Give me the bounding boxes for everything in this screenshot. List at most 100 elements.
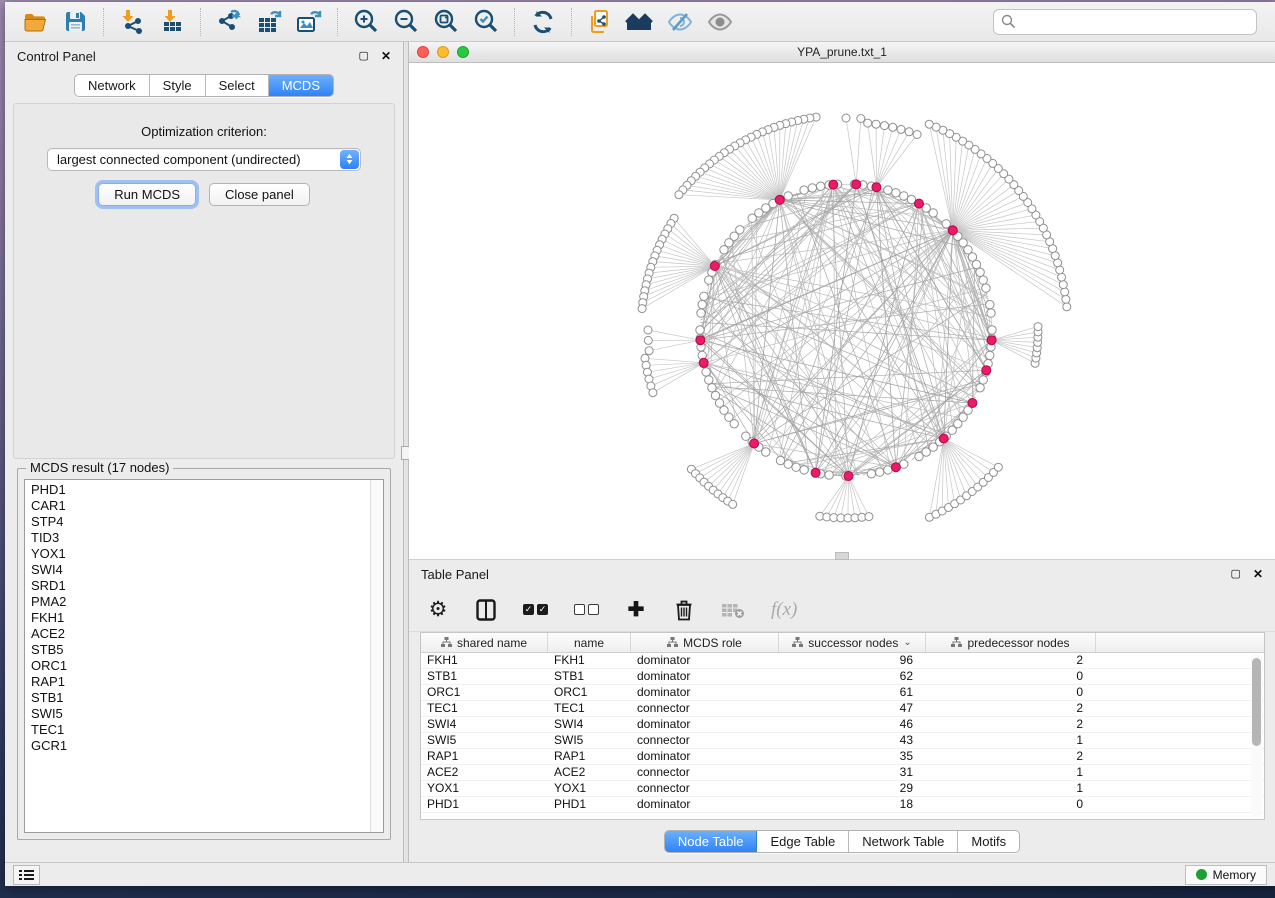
delete-column-icon[interactable] xyxy=(673,597,695,623)
toolbar-separator xyxy=(514,8,515,36)
mcds-result-item[interactable]: STB1 xyxy=(31,690,383,706)
node-table: shared namenameMCDS rolesuccessor nodes⌄… xyxy=(420,632,1265,820)
table-cell: 43 xyxy=(779,733,926,748)
tab-style[interactable]: Style xyxy=(150,75,206,96)
list-scrollbar[interactable] xyxy=(370,480,383,832)
tab-select[interactable]: Select xyxy=(206,75,269,96)
mcds-result-item[interactable]: YOX1 xyxy=(31,546,383,562)
column-header-name[interactable]: name xyxy=(548,633,631,652)
mcds-result-item[interactable]: RAP1 xyxy=(31,674,383,690)
table-row[interactable]: PHD1PHD1dominator180 xyxy=(421,797,1264,813)
mcds-result-list[interactable]: PHD1CAR1STP4TID3YOX1SWI4SRD1PMA2FKH1ACE2… xyxy=(24,479,384,833)
memory-button[interactable]: Memory xyxy=(1185,865,1267,885)
toolbar-separator xyxy=(200,8,201,36)
column-header-successor-nodes[interactable]: successor nodes⌄ xyxy=(779,633,926,652)
close-panel-button[interactable]: Close panel xyxy=(209,183,310,206)
add-column-icon[interactable]: ✚ xyxy=(625,597,647,623)
export-table-icon[interactable] xyxy=(249,6,289,38)
network-graph[interactable] xyxy=(409,63,1275,559)
tab-network[interactable]: Network xyxy=(75,75,150,96)
hide-selected-icon[interactable] xyxy=(660,6,700,38)
zoom-out-icon[interactable] xyxy=(386,6,426,38)
import-network-icon[interactable] xyxy=(112,6,152,38)
table-panel: Table Panel ▢ ✕ ⚙ ✓✓ ✚ xyxy=(409,560,1275,862)
table-cell: TEC1 xyxy=(548,701,631,716)
mcds-result-item[interactable]: ORC1 xyxy=(31,658,383,674)
import-table-icon[interactable] xyxy=(152,6,192,38)
control-panel-tabs: NetworkStyleSelectMCDS xyxy=(74,74,334,97)
mcds-result-item[interactable]: SWI4 xyxy=(31,562,383,578)
table-row[interactable]: RAP1RAP1dominator352 xyxy=(421,749,1264,765)
memory-label: Memory xyxy=(1213,868,1256,882)
mcds-result-item[interactable]: FKH1 xyxy=(31,610,383,626)
status-bar: Memory xyxy=(5,862,1275,886)
zoom-in-icon[interactable] xyxy=(346,6,386,38)
mcds-result-item[interactable]: PHD1 xyxy=(31,482,383,498)
first-neighbors-icon[interactable] xyxy=(620,6,660,38)
mcds-result-item[interactable]: GCR1 xyxy=(31,738,383,754)
table-row[interactable]: FKH1FKH1dominator962 xyxy=(421,653,1264,669)
column-header-filler xyxy=(1096,633,1264,652)
show-all-icon[interactable] xyxy=(700,6,740,38)
table-cell: 18 xyxy=(779,797,926,812)
close-panel-icon[interactable]: ✕ xyxy=(1253,568,1263,580)
column-header-shared-name[interactable]: shared name xyxy=(421,633,548,652)
mcds-result-item[interactable]: ACE2 xyxy=(31,626,383,642)
table-cell: PHD1 xyxy=(421,797,548,812)
deselect-all-rows-icon[interactable] xyxy=(574,597,599,623)
horizontal-splitter-grip[interactable] xyxy=(835,552,849,560)
table-row[interactable]: SWI5SWI5connector431 xyxy=(421,733,1264,749)
search-icon xyxy=(1001,14,1016,29)
float-panel-icon[interactable]: ▢ xyxy=(1231,569,1241,580)
mcds-result-item[interactable]: CAR1 xyxy=(31,498,383,514)
export-image-icon[interactable] xyxy=(289,6,329,38)
table-row[interactable]: STB1STB1dominator620 xyxy=(421,669,1264,685)
table-row[interactable]: ORC1ORC1dominator610 xyxy=(421,685,1264,701)
tab-edge-table[interactable]: Edge Table xyxy=(757,831,849,852)
main-toolbar xyxy=(5,2,1275,42)
float-panel-icon[interactable]: ▢ xyxy=(359,51,369,62)
table-row[interactable]: SWI4SWI4dominator462 xyxy=(421,717,1264,733)
table-scrollbar[interactable] xyxy=(1251,654,1262,817)
mcds-result-item[interactable]: SWI5 xyxy=(31,706,383,722)
table-cell: 0 xyxy=(926,685,1096,700)
table-settings-icon[interactable]: ⚙ xyxy=(427,597,449,623)
show-columns-icon[interactable] xyxy=(475,597,497,623)
close-panel-icon[interactable]: ✕ xyxy=(381,50,391,62)
task-history-button[interactable] xyxy=(13,865,40,885)
table-cell: 61 xyxy=(779,685,926,700)
control-panel: Control Panel ▢ ✕ NetworkStyleSelectMCDS… xyxy=(5,42,403,862)
zoom-selected-icon[interactable] xyxy=(466,6,506,38)
table-row[interactable]: ACE2ACE2connector311 xyxy=(421,765,1264,781)
open-file-icon[interactable] xyxy=(15,6,55,38)
zoom-fit-icon[interactable] xyxy=(426,6,466,38)
mcds-result-item[interactable]: STP4 xyxy=(31,514,383,530)
refresh-icon[interactable] xyxy=(523,6,563,38)
search-input[interactable] xyxy=(1021,14,1249,29)
table-row[interactable]: TEC1TEC1connector472 xyxy=(421,701,1264,717)
run-mcds-button[interactable]: Run MCDS xyxy=(98,183,196,206)
save-session-icon[interactable] xyxy=(55,6,95,38)
export-network-icon[interactable] xyxy=(209,6,249,38)
clone-network-icon[interactable] xyxy=(580,6,620,38)
mcds-result-item[interactable]: PMA2 xyxy=(31,594,383,610)
mcds-result-item[interactable]: STB5 xyxy=(31,642,383,658)
network-canvas[interactable] xyxy=(409,63,1275,559)
criterion-dropdown[interactable]: largest connected component (undirected)… xyxy=(47,148,361,171)
tab-mcds[interactable]: MCDS xyxy=(269,75,333,96)
table-scrollbar-thumb[interactable] xyxy=(1252,658,1261,746)
table-row[interactable]: YOX1YOX1connector291 xyxy=(421,781,1264,797)
mcds-result-item[interactable]: SRD1 xyxy=(31,578,383,594)
mcds-result-item[interactable]: TID3 xyxy=(31,530,383,546)
tab-motifs[interactable]: Motifs xyxy=(958,831,1019,852)
tab-network-table[interactable]: Network Table xyxy=(849,831,958,852)
column-header-predecessor-nodes[interactable]: predecessor nodes xyxy=(926,633,1096,652)
column-header-MCDS-role[interactable]: MCDS role xyxy=(631,633,779,652)
mcds-result-group: MCDS result (17 nodes) PHD1CAR1STP4TID3Y… xyxy=(17,468,391,840)
mcds-result-item[interactable]: TEC1 xyxy=(31,722,383,738)
select-all-rows-icon[interactable]: ✓✓ xyxy=(523,597,548,623)
search-field[interactable] xyxy=(993,9,1257,35)
attribute-icon xyxy=(951,637,962,648)
tab-node-table[interactable]: Node Table xyxy=(665,831,758,852)
control-panel-title: Control Panel xyxy=(17,49,347,64)
